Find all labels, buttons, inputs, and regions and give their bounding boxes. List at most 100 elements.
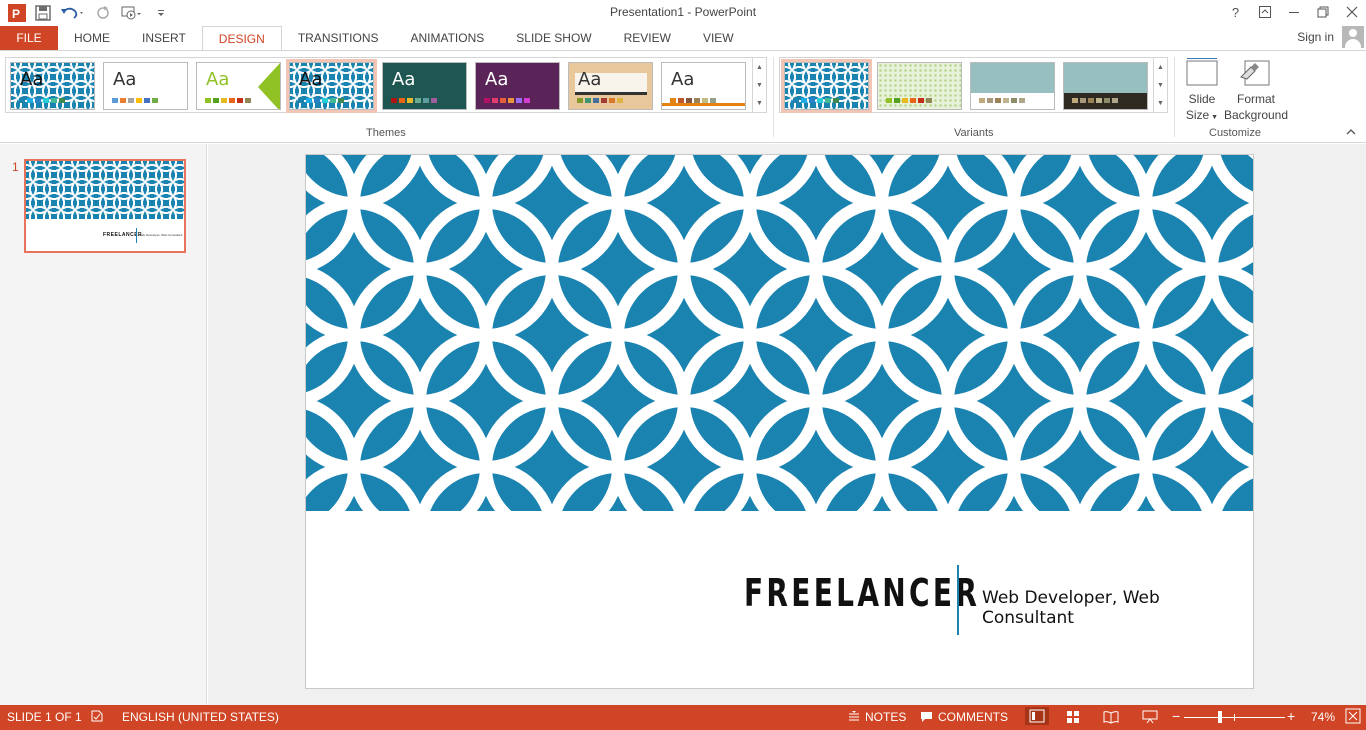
restore-icon[interactable] [1308, 0, 1337, 24]
variant-green-pattern-thumbnail[interactable] [877, 62, 962, 110]
theme-preview-text: Aa [578, 69, 602, 90]
fit-slide-button[interactable] [1345, 708, 1361, 724]
color-swatch [1011, 98, 1017, 103]
color-swatch [492, 98, 498, 103]
color-swatch [710, 98, 716, 103]
scroll-up-icon[interactable]: ▲ [1157, 64, 1164, 71]
comments-button[interactable]: COMMENTS [920, 710, 1008, 724]
notes-label: NOTES [865, 710, 907, 724]
color-swatch [926, 98, 932, 103]
theme-current-thumbnail[interactable]: Aa [10, 62, 95, 110]
tab-animations[interactable]: ANIMATIONS [394, 26, 500, 50]
sign-in-link[interactable]: Sign in [1297, 30, 1334, 44]
color-swatch [694, 98, 700, 103]
thumbnail-divider [136, 228, 137, 243]
color-swatch [500, 98, 506, 103]
variant-teal-thumbnail[interactable] [970, 62, 1055, 110]
tab-view[interactable]: VIEW [687, 26, 750, 50]
color-swatch [1080, 98, 1086, 103]
color-swatch [431, 98, 437, 103]
slide-sorter-icon [1067, 711, 1079, 723]
theme-facet-accent [258, 63, 280, 109]
color-swatch [702, 98, 708, 103]
theme-retrospect-thumbnail[interactable]: Aa [661, 62, 746, 110]
notes-button[interactable]: NOTES [848, 710, 906, 724]
language-indicator[interactable]: ENGLISH (UNITED STATES) [122, 710, 279, 724]
zoom-in-button[interactable]: + [1287, 708, 1295, 724]
reading-view-button[interactable] [1103, 710, 1119, 724]
dropdown-arrow-icon: ▼ [1209, 114, 1219, 121]
tab-review[interactable]: REVIEW [608, 26, 687, 50]
tab-slide-show[interactable]: SLIDE SHOW [500, 26, 607, 50]
more-icon[interactable]: ▼ [756, 100, 763, 107]
tab-transitions[interactable]: TRANSITIONS [282, 26, 395, 50]
theme-ion-thumbnail[interactable]: Aa [475, 62, 560, 110]
tab-home[interactable]: HOME [58, 26, 126, 50]
variant-blue-pattern-thumbnail[interactable] [781, 59, 872, 113]
avatar-icon[interactable] [1342, 26, 1364, 48]
theme-organic-thumbnail[interactable]: Aa [568, 62, 653, 110]
color-swatch [237, 98, 243, 103]
comments-label: COMMENTS [938, 710, 1008, 724]
scroll-down-icon[interactable]: ▼ [1157, 82, 1164, 89]
minimize-icon[interactable] [1279, 0, 1308, 24]
tab-design[interactable]: DESIGN [201, 26, 282, 51]
ribbon-display-options-icon[interactable] [1250, 0, 1279, 24]
slide-subtitle[interactable]: Web Developer, Web Consultant [982, 588, 1253, 628]
color-swatch [484, 98, 490, 103]
color-swatch [1096, 98, 1102, 103]
themes-gallery-scroll: ▲ ▼ ▼ [752, 58, 766, 112]
fit-slide-icon [1345, 708, 1361, 724]
slide-show-button[interactable] [1142, 710, 1158, 724]
slide-title[interactable]: FREELANCER [744, 571, 980, 615]
close-icon[interactable] [1337, 0, 1366, 24]
theme-retrospect-stripe [662, 103, 745, 106]
slide-show-icon [1142, 710, 1158, 724]
ribbon-tabs: FILE HOME INSERT DESIGN TRANSITIONS ANIM… [0, 26, 1366, 51]
color-swatch [508, 98, 514, 103]
zoom-out-button[interactable]: − [1172, 708, 1180, 724]
variant-dark-teal-thumbnail[interactable] [1063, 62, 1148, 110]
theme-integral-thumbnail[interactable]: Aa [286, 59, 377, 113]
group-separator [773, 57, 774, 137]
color-swatch [245, 98, 251, 103]
color-swatch [205, 98, 211, 103]
normal-view-icon [1029, 709, 1045, 723]
slide-thumbnail-1[interactable]: FREELANCER Web Developer, Web Consultant [24, 159, 186, 253]
slide-size-button[interactable]: Slide Size ▼ [1182, 57, 1222, 126]
slide-sorter-button[interactable] [1066, 710, 1080, 724]
scroll-down-icon[interactable]: ▼ [756, 82, 763, 89]
spelling-check-icon[interactable] [90, 709, 104, 723]
scroll-up-icon[interactable]: ▲ [756, 64, 763, 71]
zoom-level[interactable]: 74% [1311, 710, 1335, 724]
color-swatches [793, 98, 839, 103]
help-icon[interactable]: ? [1221, 0, 1250, 24]
slide-canvas[interactable]: FREELANCER Web Developer, Web Consultant [305, 154, 1254, 689]
window-title: Presentation1 - PowerPoint [609, 5, 757, 19]
theme-ion-boardroom-thumbnail[interactable]: Aa [382, 62, 467, 110]
color-swatch [678, 98, 684, 103]
ribbon-design: ▲ ▼ ▼ Aa Aa Aa Aa Aa Aa Aa Aa Themes ▲ ▼ ▼ Vari… [0, 50, 1366, 143]
color-swatch [19, 98, 25, 103]
theme-preview-text: Aa [485, 69, 509, 90]
zoom-slider-thumb[interactable] [1218, 711, 1222, 723]
color-swatch [407, 98, 413, 103]
normal-view-button[interactable] [1025, 707, 1049, 725]
tab-file[interactable]: FILE [0, 26, 58, 50]
color-swatch [886, 98, 892, 103]
title-divider [957, 565, 959, 635]
theme-facet-thumbnail[interactable]: Aa [196, 62, 281, 110]
color-swatch [59, 98, 65, 103]
collapse-ribbon-icon[interactable] [1346, 128, 1356, 139]
slide-size-label-line1: Slide [1188, 92, 1216, 106]
more-icon[interactable]: ▼ [1157, 100, 1164, 107]
color-swatch [338, 98, 344, 103]
color-swatch [399, 98, 405, 103]
slide-counter[interactable]: SLIDE 1 OF 1 [7, 710, 82, 724]
theme-office-thumbnail[interactable]: Aa [103, 62, 188, 110]
tab-insert[interactable]: INSERT [126, 26, 202, 50]
color-swatch [817, 98, 823, 103]
color-swatch [809, 98, 815, 103]
format-background-button[interactable]: Format Background [1222, 57, 1290, 123]
color-swatch [1104, 98, 1110, 103]
